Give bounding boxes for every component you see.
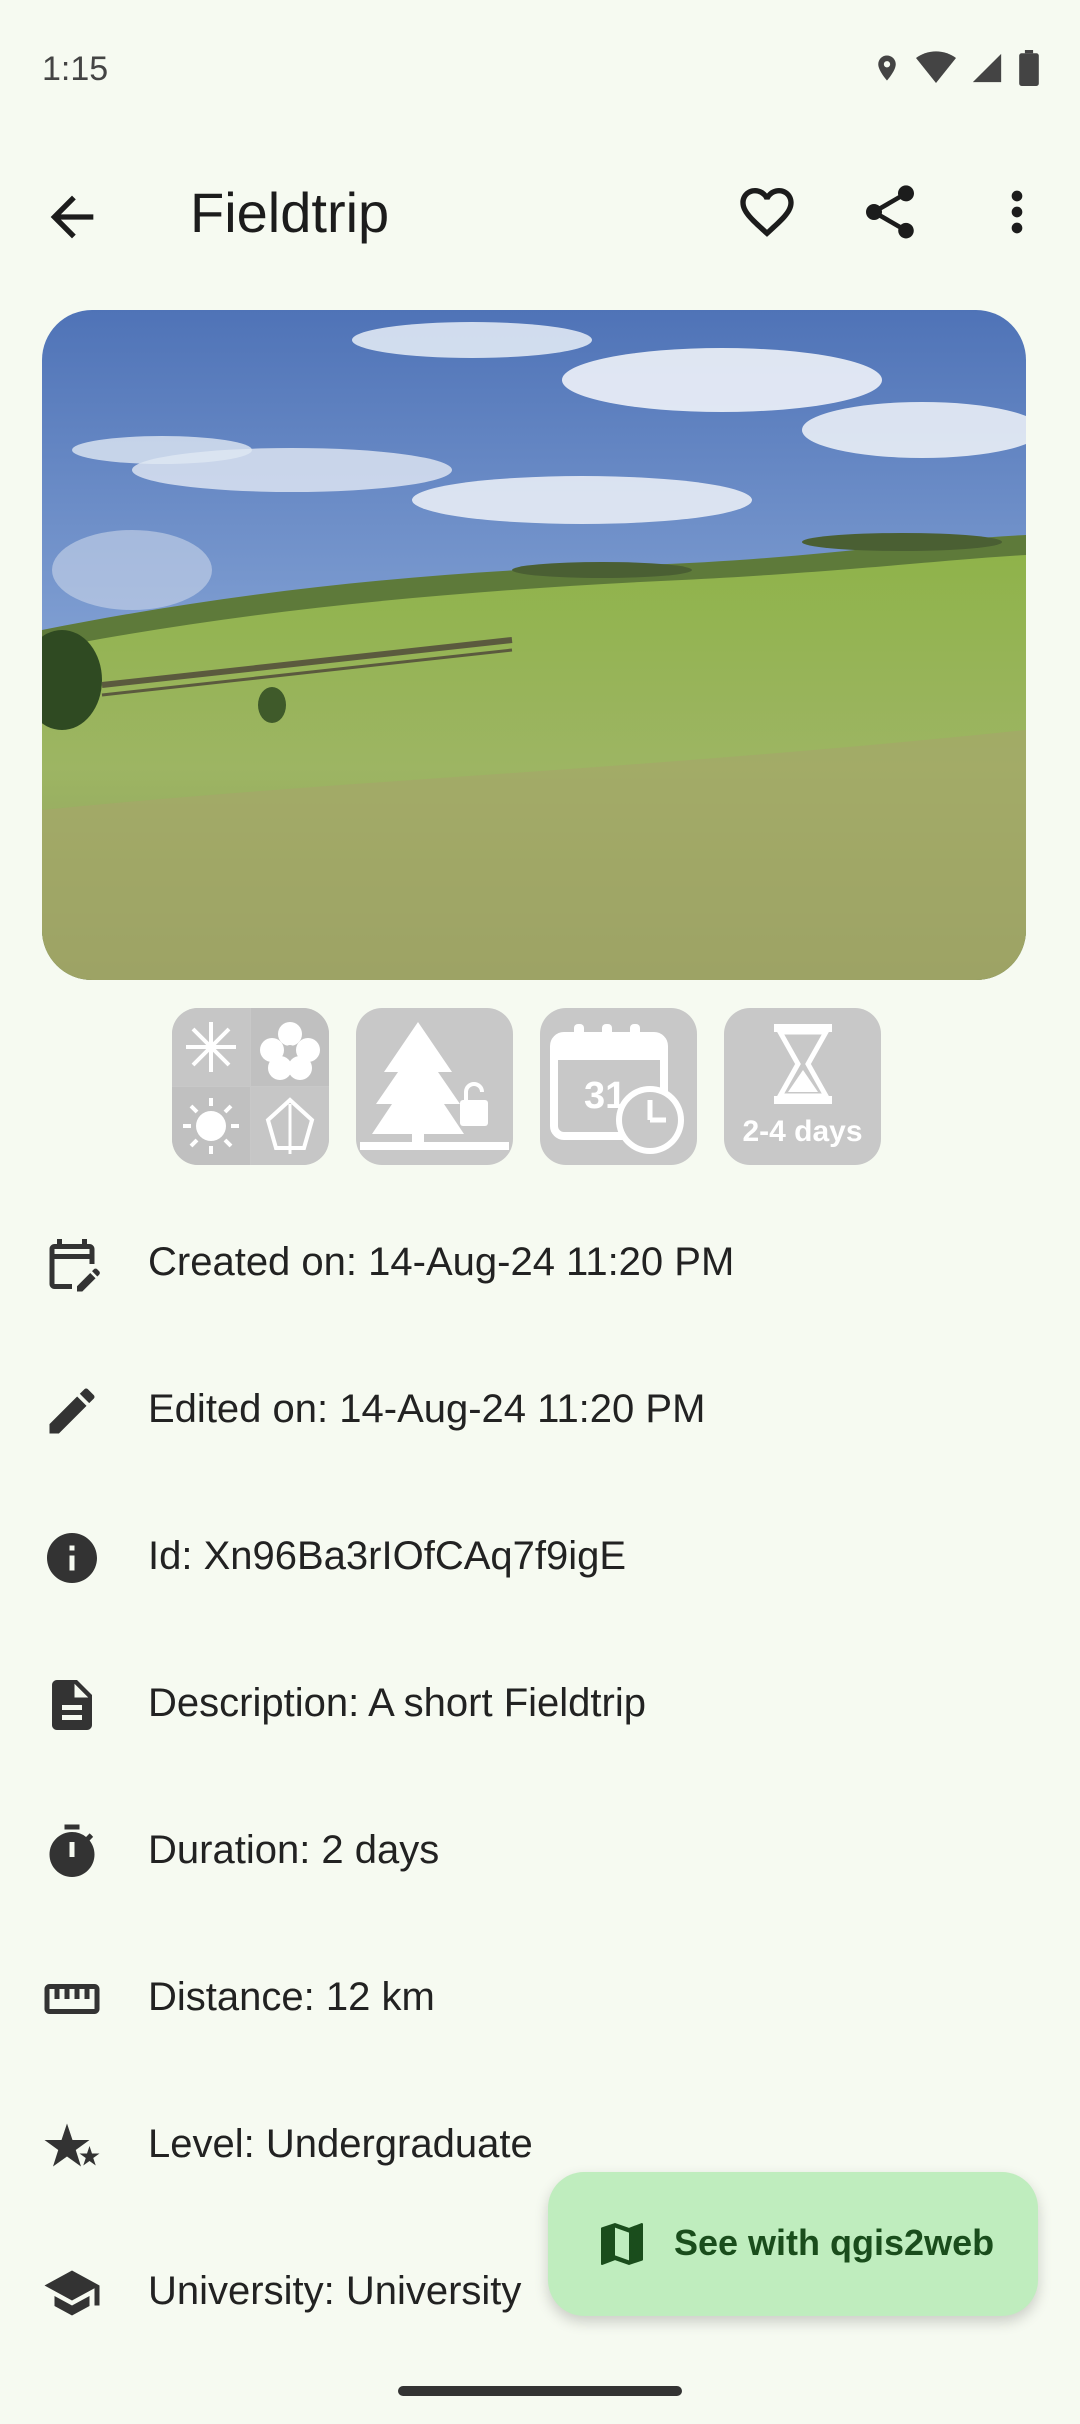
- battery-icon: [1018, 50, 1040, 86]
- info-icon: [47, 1533, 97, 1583]
- status-bar: 1:15: [0, 0, 1080, 140]
- detail-distance-text: Distance: 12 km: [148, 1975, 435, 2019]
- back-button[interactable]: [40, 185, 104, 249]
- see-with-qgis2web-button[interactable]: See with qgis2web: [548, 2172, 1038, 2316]
- tree-lock-icon: [360, 1022, 509, 1150]
- arrow-back-icon: [50, 195, 94, 239]
- map-icon: [601, 2223, 643, 2265]
- page-title: Fieldtrip: [190, 181, 390, 244]
- status-icons: [872, 50, 1040, 86]
- share-button[interactable]: [858, 180, 922, 244]
- badge-row: 31 2-4 days: [172, 1008, 881, 1165]
- duration-badge-label: 2-4 days: [742, 1115, 863, 1148]
- calendar-clock-icon: 31: [550, 1024, 684, 1154]
- nature-lock-badge[interactable]: [356, 1008, 513, 1165]
- detail-duration-text: Duration: 2 days: [148, 1828, 440, 1872]
- more-vert-icon: [1011, 190, 1023, 234]
- seasons-icon: [172, 1008, 329, 1165]
- detail-description-text: Description: A short Fieldtrip: [148, 1681, 646, 1725]
- seasons-badge[interactable]: [172, 1008, 329, 1165]
- app-bar: Fieldtrip: [0, 160, 1080, 270]
- detail-created-text: Created on: 14-Aug-24 11:20 PM: [148, 1240, 735, 1284]
- detail-university-text: University: University: [148, 2269, 522, 2313]
- duration-badge[interactable]: 2-4 days: [724, 1008, 881, 1165]
- school-icon: [44, 2270, 100, 2316]
- document-icon: [52, 1680, 92, 1730]
- timer-icon: [49, 1824, 95, 1877]
- detail-created: Created on: 14-Aug-24 11:20 PM: [0, 1190, 1080, 1337]
- favorite-button[interactable]: [735, 180, 799, 244]
- detail-level-text: Level: Undergraduate: [148, 2122, 533, 2166]
- detail-distance: Distance: 12 km: [0, 1925, 1080, 2072]
- detail-duration: Duration: 2 days: [0, 1778, 1080, 1925]
- detail-description: Description: A short Fieldtrip: [0, 1631, 1080, 1778]
- detail-edited: Edited on: 14-Aug-24 11:20 PM: [0, 1337, 1080, 1484]
- pencil-icon: [49, 1388, 95, 1434]
- calendar-time-badge[interactable]: 31: [540, 1008, 697, 1165]
- status-time: 1:15: [42, 50, 109, 88]
- ruler-icon: [44, 1984, 100, 2014]
- detail-id: Id: Xn96Ba3rIOfCAq7f9igE: [0, 1484, 1080, 1631]
- location-icon: [872, 50, 902, 86]
- fab-label: See with qgis2web: [674, 2222, 995, 2263]
- star-level-icon: [44, 2123, 100, 2167]
- detail-edited-text: Edited on: 14-Aug-24 11:20 PM: [148, 1387, 706, 1431]
- wifi-icon: [916, 50, 956, 86]
- more-options-button[interactable]: [985, 180, 1049, 244]
- calendar-edit-icon: [49, 1239, 100, 1292]
- share-icon: [866, 185, 914, 239]
- fieldtrip-photo[interactable]: [42, 310, 1026, 980]
- detail-id-text: Id: Xn96Ba3rIOfCAq7f9igE: [148, 1534, 627, 1578]
- heart-outline-icon: [740, 188, 794, 237]
- signal-icon: [970, 51, 1004, 85]
- gesture-nav-handle[interactable]: [398, 2386, 682, 2396]
